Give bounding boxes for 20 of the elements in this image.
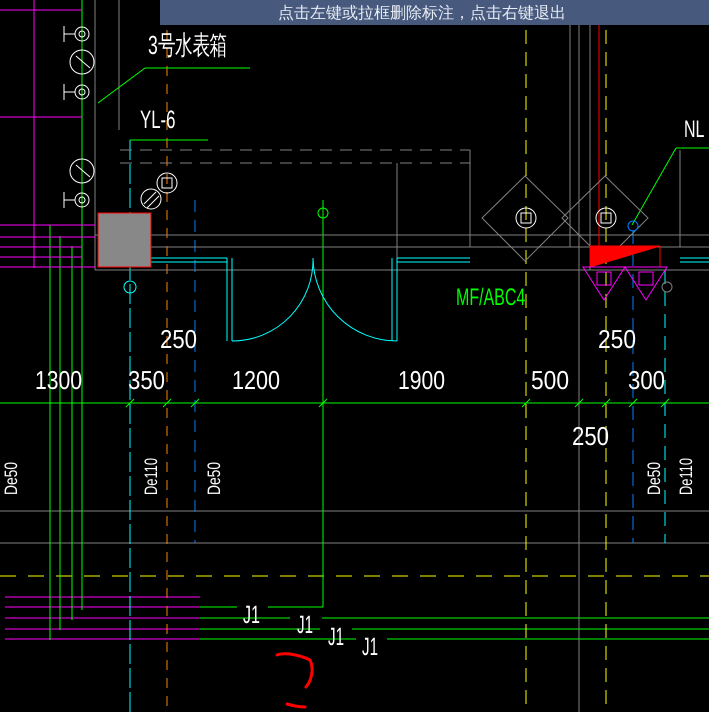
dimension-label: 350	[128, 365, 172, 395]
dimension-label: 1200	[232, 365, 290, 395]
dimension-label: 300	[628, 365, 672, 395]
drawing-label: YL-6	[140, 106, 176, 134]
dimension-label: 250	[572, 421, 616, 451]
pipe-size-label: De110	[676, 443, 696, 495]
dimension-label: 250	[598, 324, 642, 354]
status-prompt: 点击左键或拉框删除标注，点击右键退出	[160, 0, 709, 25]
pipe-size-label: De50	[204, 452, 224, 495]
pipe-tag-label: J1	[362, 633, 388, 661]
drawing-label: MF/ABC4	[456, 285, 526, 311]
drawing-label: NL	[684, 117, 704, 143]
dimension-label: 500	[531, 365, 574, 395]
drawing-label: 3号水表箱	[148, 30, 227, 60]
dimension-label: 1900	[398, 365, 456, 395]
pipe-size-label: De110	[141, 443, 161, 495]
pipe-size-label: De50	[1, 452, 21, 495]
pipe-size-label: De50	[644, 452, 664, 495]
dimension-label: 250	[160, 324, 204, 354]
markup-stroke	[276, 652, 314, 708]
